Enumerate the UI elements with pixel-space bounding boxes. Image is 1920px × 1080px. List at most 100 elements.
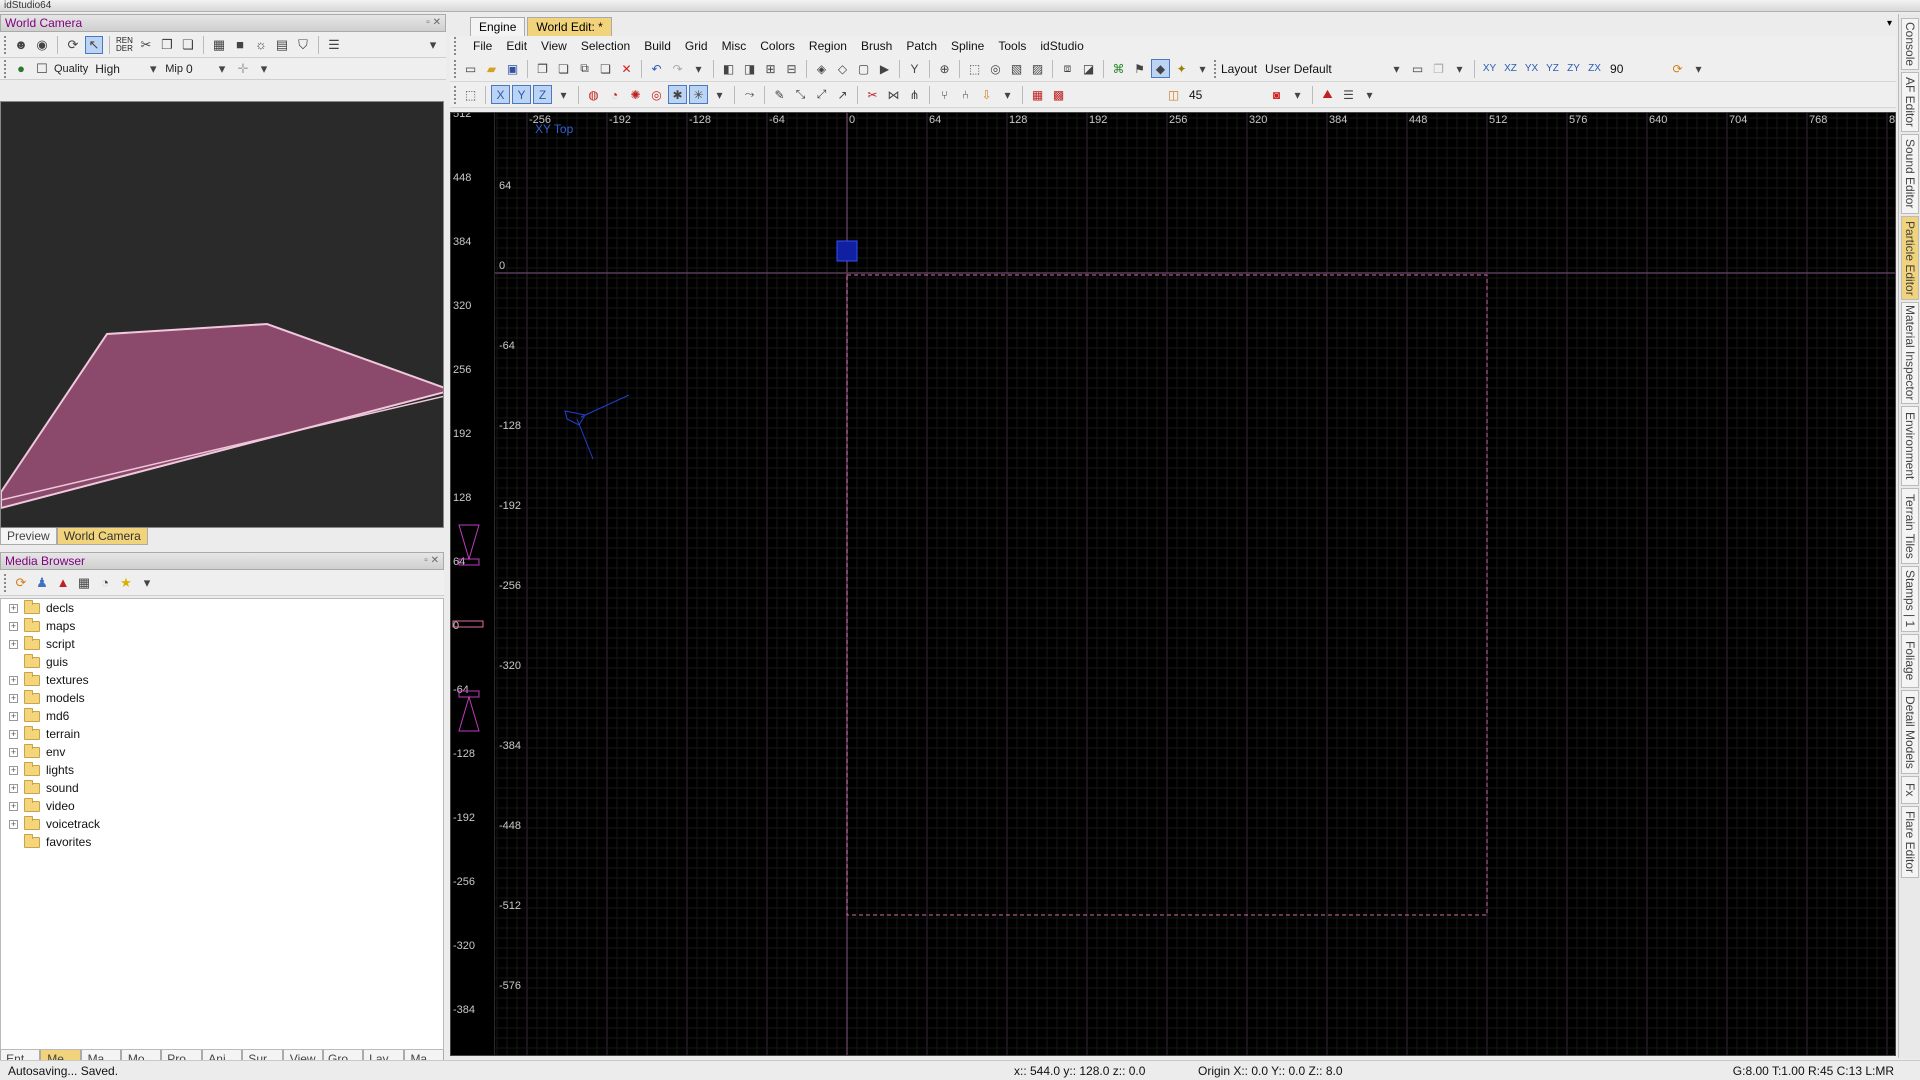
texture-fit-icon[interactable]: ▦ [1028, 85, 1047, 104]
cut-curve-icon[interactable]: ✂ [863, 85, 882, 104]
vertex-mode-icon[interactable]: ✱ [668, 85, 687, 104]
angle-snap-icon[interactable]: ◫ [1164, 85, 1183, 104]
hollow-icon[interactable]: ▢ [854, 59, 873, 78]
cube-mode-icon[interactable]: ◆ [1151, 59, 1170, 78]
favorite-star-icon[interactable]: ★ [117, 574, 135, 592]
lock-x-icon[interactable]: X [491, 85, 510, 104]
dock-tab[interactable]: Console [1901, 18, 1919, 70]
expand-icon[interactable]: + [9, 603, 18, 613]
chevron-down-icon[interactable]: ▾ [710, 85, 729, 104]
copy-icon[interactable]: ❐ [533, 59, 552, 78]
texture-lock-icon[interactable]: ▩ [1049, 85, 1068, 104]
toolbar-grip-icon[interactable] [4, 573, 7, 592]
tree-item[interactable]: + models [1, 689, 443, 707]
menu-item[interactable]: Misc [722, 39, 747, 53]
chevron-down-icon[interactable]: ▾ [1193, 59, 1212, 78]
axis-icon[interactable]: Y [905, 59, 924, 78]
select-partial-icon[interactable]: ▧ [1007, 59, 1026, 78]
rotation-value-input[interactable]: 90 [1606, 62, 1666, 76]
tree-item[interactable]: + sound [1, 779, 443, 797]
flip-x-icon[interactable]: ◧ [719, 59, 738, 78]
chevron-down-icon[interactable]: ▾ [1689, 59, 1708, 78]
network-icon[interactable]: ⌘ [1109, 59, 1128, 78]
globe-icon[interactable]: ● [12, 60, 30, 78]
menu-item[interactable]: File [473, 39, 492, 53]
material-ball-icon[interactable]: ◉ [33, 36, 51, 54]
redo-icon[interactable]: ↷ [668, 59, 687, 78]
paste-icon[interactable]: ❏ [554, 59, 573, 78]
chevron-down-icon[interactable]: ▾ [998, 85, 1017, 104]
menu-item[interactable]: Region [809, 39, 847, 53]
terrain-icon[interactable]: ⛰ [1318, 85, 1337, 104]
lock-z-icon[interactable]: Z [533, 85, 552, 104]
chevron-down-icon[interactable]: ▾ [213, 60, 231, 78]
grid-icon[interactable]: ▦ [210, 36, 228, 54]
bevel-icon[interactable]: ◔ [605, 85, 624, 104]
dock-tab[interactable]: Detail Models [1901, 690, 1919, 774]
snap-icon[interactable]: ⤡ [791, 85, 810, 104]
scissor-icon[interactable]: ✂ [137, 36, 155, 54]
angle-apply-icon[interactable]: ◙ [1267, 85, 1286, 104]
csg-merge-icon[interactable]: ◇ [833, 59, 852, 78]
dock-tab[interactable]: Fx [1901, 776, 1919, 804]
patch-icon[interactable]: ◍ [584, 85, 603, 104]
view-icon[interactable]: ⬚ [461, 85, 480, 104]
tree-item[interactable]: + lights [1, 761, 443, 779]
menu-item[interactable]: Build [644, 39, 671, 53]
tab-world-camera[interactable]: World Camera [56, 528, 148, 545]
camera-orbit-icon[interactable]: ⟳ [64, 36, 82, 54]
world-camera-viewport[interactable] [0, 101, 444, 528]
flip-y-icon[interactable]: ◨ [740, 59, 759, 78]
docs-icon[interactable]: ❐ [1429, 59, 1448, 78]
chevron-down-icon[interactable]: ▾ [554, 85, 573, 104]
tree-item[interactable]: + md6 [1, 707, 443, 725]
tab-world-edit[interactable]: World Edit: * [527, 17, 612, 36]
toolbar-grip-icon[interactable] [454, 59, 457, 78]
tree-item[interactable]: + decls [1, 599, 443, 617]
mip-select[interactable]: 0 [186, 62, 210, 76]
flip-yz-icon[interactable]: YZ [1543, 59, 1562, 78]
dock-tab[interactable]: Foliage [1901, 634, 1919, 688]
quality-select[interactable]: High [95, 62, 141, 76]
layout-select[interactable]: User Default [1265, 62, 1385, 76]
panel-close-icon[interactable]: ▫ ✕ [424, 553, 439, 569]
join-icon[interactable]: ⋈ [884, 85, 903, 104]
expand-icon[interactable]: + [9, 819, 18, 829]
flip-xz-icon[interactable]: XZ [1501, 59, 1520, 78]
insert-icon[interactable]: ⤢ [812, 85, 831, 104]
snap-curve-icon[interactable]: ⋔ [905, 85, 924, 104]
spline-icon[interactable]: ⤳ [740, 85, 759, 104]
flip-zy-icon[interactable]: ZY [1564, 59, 1583, 78]
menu-item[interactable]: Grid [685, 39, 708, 53]
panel-close-icon[interactable]: ▫ ✕ [426, 15, 441, 31]
menu-item[interactable]: View [541, 39, 567, 53]
expand-icon[interactable]: + [9, 675, 18, 685]
tab-preview[interactable]: Preview [0, 528, 57, 545]
flip-yx-icon[interactable]: YX [1522, 59, 1541, 78]
chevron-down-icon[interactable]: ▾ [144, 60, 162, 78]
sound-icon[interactable]: ◔ [96, 574, 114, 592]
rotate-apply-icon[interactable]: ⟳ [1668, 59, 1687, 78]
render-button[interactable]: REN DER [116, 36, 134, 53]
light-icon[interactable]: ☼ [252, 36, 270, 54]
cone-icon[interactable]: ✺ [626, 85, 645, 104]
expand-icon[interactable]: + [9, 711, 18, 721]
toolbar-grip-icon[interactable] [4, 59, 7, 78]
expand-icon[interactable]: + [9, 747, 18, 757]
split-icon[interactable]: ⑂ [935, 85, 954, 104]
menu-item[interactable]: Spline [951, 39, 984, 53]
undo-icon[interactable]: ↶ [647, 59, 666, 78]
gizmo-icon[interactable]: ✦ [1172, 59, 1191, 78]
dock-tab[interactable]: Terrain Tiles [1901, 488, 1919, 564]
crosshair-icon[interactable]: ✛ [234, 60, 252, 78]
open-folder-icon[interactable]: ▰ [482, 59, 501, 78]
dock-tab[interactable]: Flare Editor [1901, 806, 1919, 878]
edge-mode-icon[interactable]: ✳ [689, 85, 708, 104]
menu-item[interactable]: Edit [506, 39, 527, 53]
delete-icon[interactable]: ✕ [617, 59, 636, 78]
dock-tab[interactable]: Environment [1901, 406, 1919, 486]
tree-item[interactable]: + terrain [1, 725, 443, 743]
paste-special-icon[interactable]: ❏ [596, 59, 615, 78]
toolbar-grip-icon[interactable] [454, 37, 457, 55]
tab-engine[interactable]: Engine [470, 17, 526, 36]
